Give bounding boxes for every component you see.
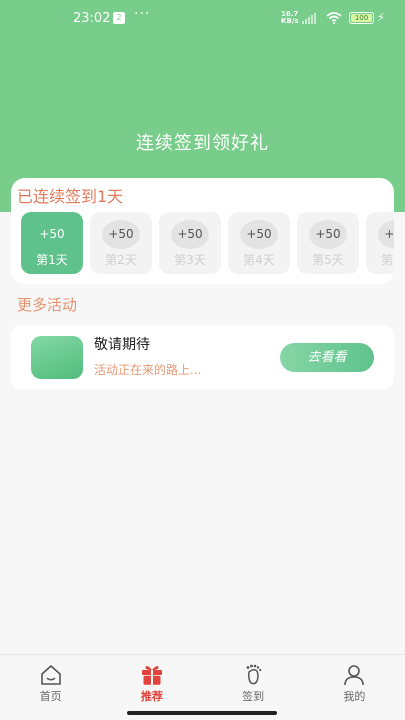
activity-subtitle: 活动正在来的路上... bbox=[94, 363, 202, 377]
checkin-day-card[interactable]: +50 第5天 bbox=[297, 212, 359, 274]
tab-label: 签到 bbox=[242, 690, 265, 703]
day-label: 第4天 bbox=[243, 253, 275, 267]
tab-label: 首页 bbox=[39, 690, 62, 703]
status-time: 23:02 bbox=[73, 11, 111, 26]
checkin-streak-text: 已连续签到1天 bbox=[17, 187, 124, 206]
checkin-day-card[interactable]: +50 第3天 bbox=[159, 212, 221, 274]
checkin-day-card[interactable]: +50 第4天 bbox=[228, 212, 290, 274]
day-points: +50 bbox=[309, 220, 347, 249]
checkin-day-card[interactable]: +50 第6天 bbox=[366, 212, 394, 274]
notification-badge-icon: 2 bbox=[113, 12, 125, 24]
tab-mine[interactable]: 我的 bbox=[304, 655, 405, 720]
checkin-card: 已连续签到1天 +50 第1天 +50 第2天 +50 第3天 +50 第4天 … bbox=[11, 178, 394, 284]
footprint-icon bbox=[246, 664, 262, 685]
day-points: +50 bbox=[102, 220, 140, 249]
checkin-days-row[interactable]: +50 第1天 +50 第2天 +50 第3天 +50 第4天 +50 第5天 … bbox=[21, 212, 394, 274]
network-speed: 16.7 KB/s bbox=[281, 11, 298, 25]
battery-level: 100 bbox=[351, 14, 372, 22]
day-label: 第5天 bbox=[312, 253, 344, 267]
network-speed-unit: KB/s bbox=[281, 17, 299, 25]
day-points: +50 bbox=[39, 227, 65, 241]
activity-card: 敬请期待 活动正在来的路上... 去看看 bbox=[11, 325, 394, 389]
page-title: 连续签到领好礼 bbox=[136, 133, 269, 154]
tab-home[interactable]: 首页 bbox=[0, 655, 101, 720]
gift-icon bbox=[141, 666, 162, 685]
home-indicator[interactable] bbox=[127, 711, 277, 715]
checkin-day-card[interactable]: +50 第1天 bbox=[21, 212, 83, 274]
day-label: 第3天 bbox=[174, 253, 206, 267]
home-icon bbox=[40, 665, 61, 685]
status-bar: 23:02 2 ··· 16.7 KB/s 100 ⚡ bbox=[0, 0, 405, 36]
battery-icon: 100 bbox=[349, 12, 374, 24]
tab-label: 推荐 bbox=[140, 690, 163, 703]
day-label: 第1天 bbox=[36, 253, 68, 267]
activity-title: 敬请期待 bbox=[94, 337, 150, 353]
day-points: +50 bbox=[378, 220, 394, 249]
day-points: +50 bbox=[240, 220, 278, 249]
charging-icon: ⚡ bbox=[377, 11, 385, 24]
day-label: 第6天 bbox=[381, 253, 394, 267]
user-icon bbox=[344, 665, 365, 686]
signal-icon bbox=[302, 12, 316, 24]
more-activities-title: 更多活动 bbox=[17, 296, 78, 314]
tab-label: 我的 bbox=[343, 690, 366, 703]
view-activity-button[interactable]: 去看看 bbox=[280, 343, 374, 372]
wifi-icon bbox=[326, 12, 342, 24]
day-points: +50 bbox=[171, 220, 209, 249]
activity-thumbnail bbox=[31, 336, 83, 379]
day-label: 第2天 bbox=[105, 253, 137, 267]
more-notifications-icon: ··· bbox=[134, 6, 151, 22]
checkin-day-card[interactable]: +50 第2天 bbox=[90, 212, 152, 274]
